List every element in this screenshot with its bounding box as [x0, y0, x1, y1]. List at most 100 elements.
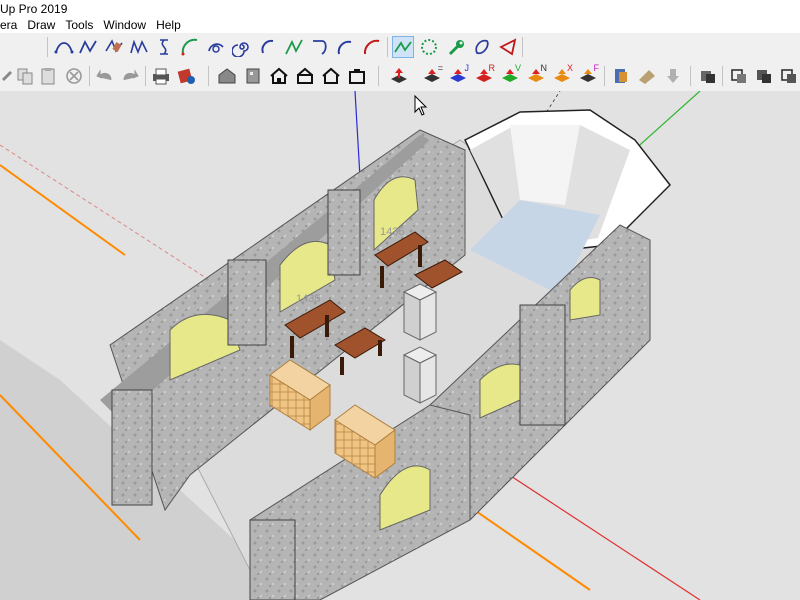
arc-small-icon: [337, 40, 352, 55]
subtract-button[interactable]: [753, 65, 775, 87]
paint-button[interactable]: [636, 65, 658, 87]
zigzag-tool-button[interactable]: [283, 36, 305, 58]
push-blue-button[interactable]: J: [447, 63, 469, 87]
download-icon: [667, 69, 679, 83]
toolbar-separator: [690, 66, 691, 86]
hook-tool-button[interactable]: [309, 36, 331, 58]
arc-tool-button[interactable]: [179, 36, 201, 58]
delete-button[interactable]: [63, 65, 85, 87]
s-curve-tool-button[interactable]: [153, 36, 175, 58]
main-toolbar: = J R V N X F: [0, 61, 800, 92]
bezier-icon: [54, 42, 74, 54]
circle-dotted-icon: [421, 39, 437, 55]
menu-camera[interactable]: era: [0, 17, 22, 33]
redo-icon: [123, 69, 139, 81]
axis-label: =: [437, 63, 443, 73]
menu-draw[interactable]: Draw: [22, 17, 60, 33]
share-icon: [297, 67, 313, 84]
arc-icon: [181, 38, 198, 56]
polyline-icon: [394, 41, 412, 53]
push-black-button[interactable]: =: [421, 63, 443, 87]
undo-icon: [96, 69, 112, 81]
toolbar-separator: [47, 37, 48, 57]
small-arc-tool-button[interactable]: [335, 36, 357, 58]
home-button[interactable]: [320, 65, 342, 87]
menu-tools[interactable]: Tools: [60, 17, 98, 33]
title-bar: Up Pro 2019: [0, 0, 800, 17]
toolbar-separator: [522, 37, 523, 57]
axis-label: F: [593, 63, 600, 73]
group-button[interactable]: [697, 65, 719, 87]
arc-open-icon: [261, 39, 274, 54]
push-orange-button[interactable]: N: [525, 63, 547, 87]
axis-label: V: [514, 63, 521, 73]
toolbar-separator: [378, 66, 379, 86]
curve-icon: [79, 40, 97, 54]
push-orange2-button[interactable]: X: [551, 63, 573, 87]
push-red-button[interactable]: [388, 65, 410, 87]
arc-icon: [208, 43, 224, 53]
menu-bar: era Draw Tools Window Help: [0, 17, 800, 33]
union-button[interactable]: [728, 65, 750, 87]
freehand-tool-button[interactable]: [103, 36, 125, 58]
spline-icon: [130, 39, 148, 55]
polyline-tool-button[interactable]: [392, 36, 414, 58]
model-info-button[interactable]: [176, 65, 198, 87]
column-block: [402, 283, 438, 341]
home-icon: [322, 67, 340, 84]
pillar: [249, 519, 296, 600]
section-button[interactable]: [610, 65, 632, 87]
paste-button[interactable]: [37, 65, 59, 87]
intersect-button[interactable]: [778, 65, 800, 87]
menu-help[interactable]: Help: [151, 17, 186, 33]
toolbar-separator: [145, 66, 146, 86]
push-green-button[interactable]: V: [499, 63, 521, 87]
pillar: [111, 389, 153, 506]
share-model-button[interactable]: [294, 65, 316, 87]
toolbar-separator: [722, 66, 723, 86]
model-canvas: 1435 1435: [0, 91, 800, 600]
triangle-icon: [499, 38, 517, 56]
model-viewport[interactable]: 1435 1435: [0, 91, 800, 600]
union-icon: [731, 69, 746, 83]
components-button[interactable]: [242, 65, 264, 87]
print-button[interactable]: [150, 65, 172, 87]
wrench-tool-button[interactable]: [445, 36, 467, 58]
red-arc-tool-button[interactable]: [361, 36, 383, 58]
warehouse-button[interactable]: [216, 65, 238, 87]
spiral-icon: [232, 42, 249, 57]
menu-window[interactable]: Window: [98, 17, 151, 33]
copy-button[interactable]: [14, 65, 36, 87]
spiral-tool-button[interactable]: [231, 36, 253, 58]
curve-toolbar: [0, 33, 800, 62]
bezier-tool-button[interactable]: [53, 36, 75, 58]
dotted-circle-tool-button[interactable]: [418, 36, 440, 58]
download-button[interactable]: [662, 65, 684, 87]
arc-tool-2-button[interactable]: [205, 36, 227, 58]
push-red2-button[interactable]: R: [473, 63, 496, 87]
pillar: [327, 189, 361, 276]
open-arc-tool-button[interactable]: [257, 36, 279, 58]
curve-s-icon: [160, 39, 168, 55]
clipboard-icon: [41, 68, 55, 85]
oval-tool-button[interactable]: [471, 36, 493, 58]
axis-label: X: [566, 63, 573, 73]
extension-button[interactable]: [346, 65, 368, 87]
spline-tool-button[interactable]: [128, 36, 150, 58]
copy-icon: [17, 68, 33, 85]
toolbar-separator: [604, 66, 605, 86]
subtract-icon: [757, 70, 771, 83]
redo-button[interactable]: [119, 65, 141, 87]
push-magenta-button[interactable]: F: [577, 63, 600, 87]
pillar: [519, 304, 566, 426]
push-pull-red-icon: [391, 68, 407, 83]
house-icon: [270, 67, 288, 84]
house-button[interactable]: [268, 65, 290, 87]
curve-tool-button[interactable]: [77, 36, 99, 58]
undo-button[interactable]: [94, 65, 116, 87]
triangle-tool-button[interactable]: [497, 36, 519, 58]
intersect-icon: [781, 69, 796, 83]
delete-icon: [66, 68, 82, 84]
group-icon: [701, 71, 715, 83]
axis-label: R: [488, 63, 496, 73]
